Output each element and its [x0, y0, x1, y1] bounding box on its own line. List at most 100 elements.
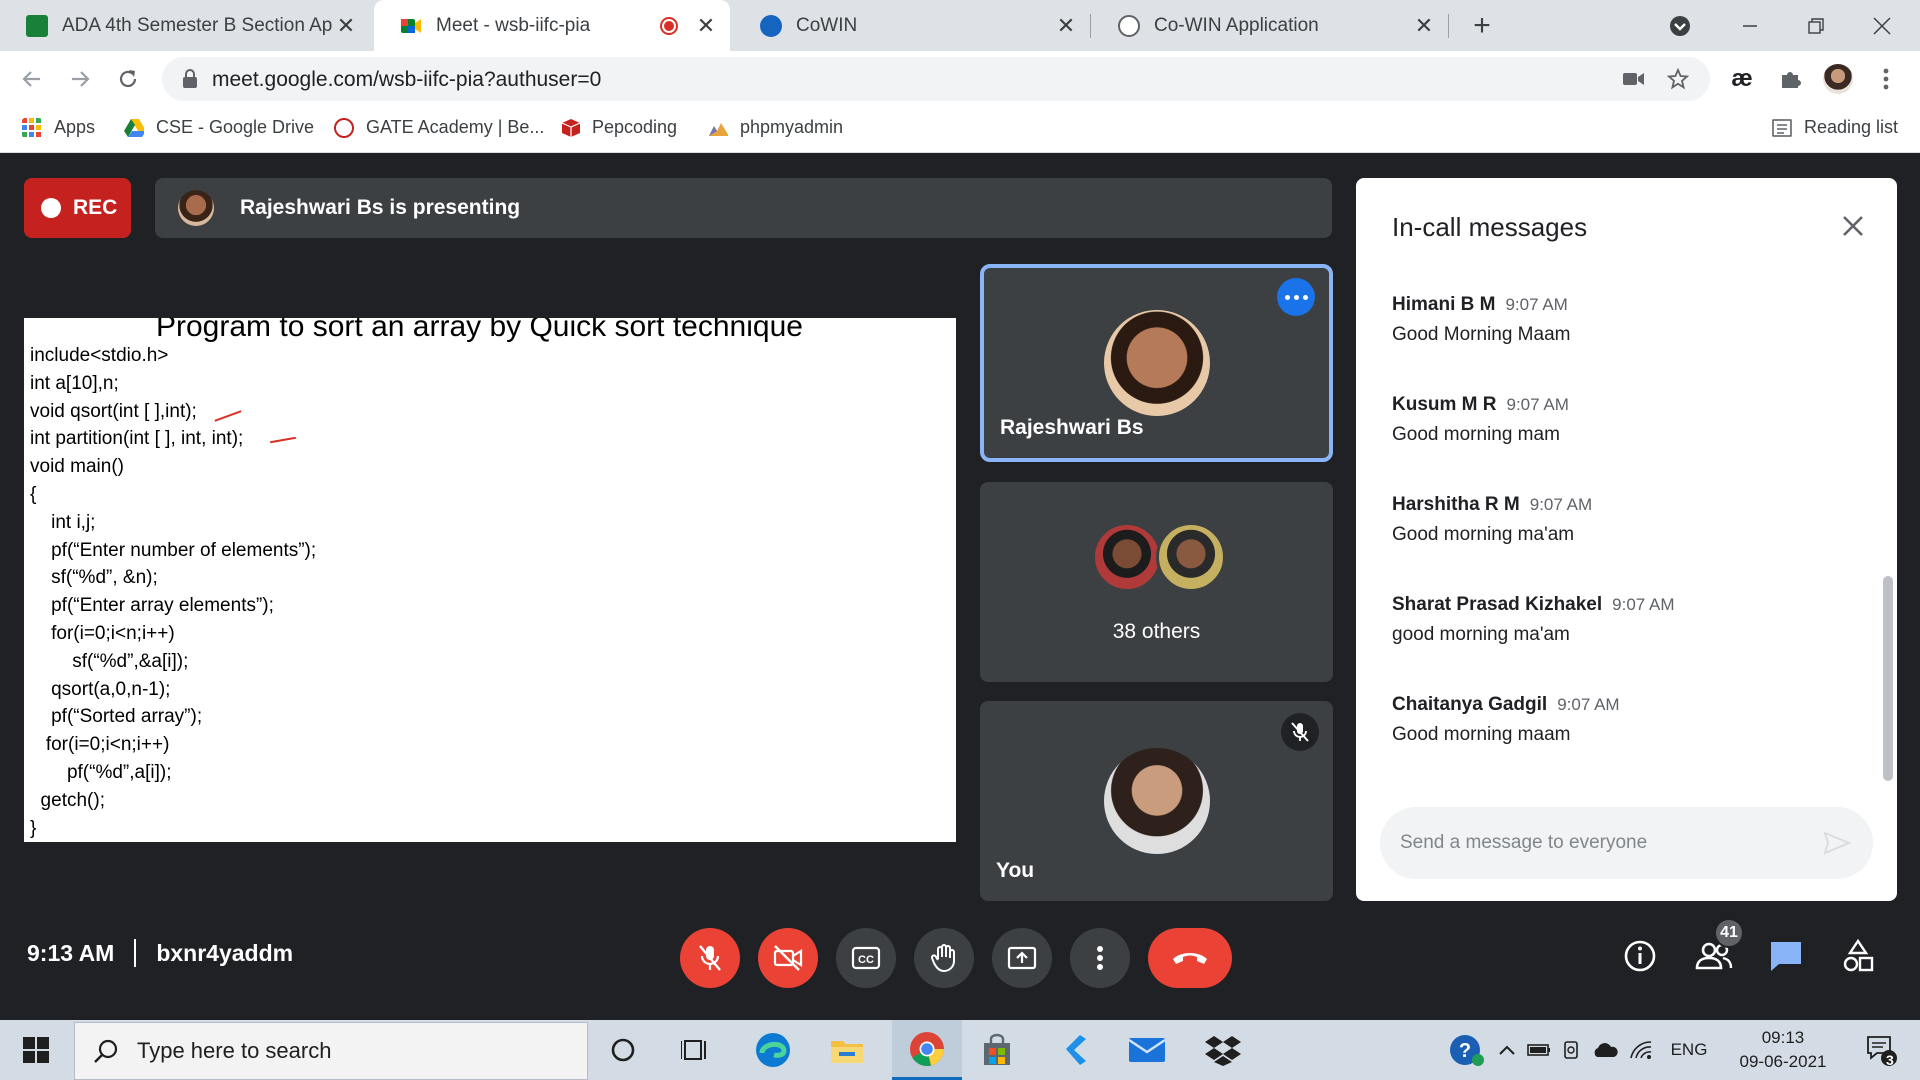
message-time: 9:07 AM — [1612, 595, 1675, 614]
battery-tray-icon[interactable] — [1524, 1020, 1554, 1080]
taskbar-chrome[interactable] — [892, 1020, 962, 1080]
bookmark-phpmyadmin[interactable]: phpmyadmin — [708, 117, 843, 138]
message-sender: Harshitha R M — [1392, 494, 1520, 515]
minimize-icon — [1743, 24, 1757, 27]
code-line: sf(“%d”, &n); — [30, 567, 158, 589]
device-tray-icon[interactable] — [1556, 1020, 1586, 1080]
taskbar-clock[interactable]: 09:13 09-06-2021 — [1728, 1026, 1838, 1074]
visual-studio-icon — [1066, 1035, 1086, 1065]
chat-scrollbar[interactable] — [1883, 576, 1893, 781]
more-options-button[interactable] — [1277, 278, 1315, 316]
onedrive-tray-icon[interactable] — [1588, 1020, 1622, 1080]
camera-off-icon — [773, 945, 803, 971]
tab-cowin[interactable]: CoWIN ✕ — [734, 0, 1090, 51]
meeting-details-button[interactable] — [1616, 932, 1664, 980]
activities-button[interactable] — [1834, 932, 1882, 980]
extension-ae-icon[interactable]: æ — [1726, 63, 1758, 95]
tab-title: Meet - wsb-iifc-pia — [436, 14, 591, 36]
send-icon[interactable] — [1823, 829, 1851, 857]
message-sender: Himani B M — [1392, 294, 1496, 315]
profile-avatar[interactable] — [1822, 63, 1854, 95]
bookmark-apps[interactable]: Apps — [22, 117, 95, 138]
close-tab-icon[interactable]: ✕ — [332, 13, 360, 39]
bookmark-gate-academy[interactable]: GATE Academy | Be... — [334, 117, 544, 138]
close-panel-button[interactable] — [1835, 208, 1871, 244]
leave-call-button[interactable] — [1148, 928, 1232, 988]
minimize-button[interactable] — [1720, 0, 1780, 51]
close-tab-icon[interactable]: ✕ — [692, 13, 720, 39]
camera-toggle-button[interactable] — [758, 928, 818, 988]
chrome-menu-icon[interactable] — [1870, 63, 1902, 95]
tab-cowin-application[interactable]: Co-WIN Application ✕ — [1092, 0, 1448, 51]
participant-tile-others[interactable]: 38 others — [980, 482, 1333, 682]
avatar — [1104, 748, 1210, 854]
participant-tile-you[interactable]: You — [980, 701, 1333, 901]
notifications-button[interactable]: 3 — [1852, 1020, 1912, 1080]
message-time: 9:07 AM — [1505, 295, 1568, 314]
dot-icon — [1284, 294, 1290, 300]
extensions-puzzle-icon[interactable] — [1774, 63, 1806, 95]
code-line: qsort(a,0,n-1); — [30, 678, 171, 700]
current-time: 9:13 AM — [27, 939, 115, 966]
back-button[interactable] — [12, 59, 52, 99]
taskbar-mail[interactable] — [1116, 1020, 1178, 1080]
close-tab-icon[interactable]: ✕ — [1052, 13, 1080, 39]
reading-list-button[interactable]: Reading list — [1772, 117, 1898, 138]
taskbar-file-explorer[interactable] — [816, 1020, 878, 1080]
close-window-button[interactable] — [1852, 0, 1912, 51]
task-view-button[interactable] — [664, 1020, 726, 1080]
tab-title: Co-WIN Application — [1154, 14, 1319, 36]
participant-name: You — [996, 859, 1035, 882]
store-icon — [984, 1033, 1010, 1065]
code-line: int a[10],n; — [30, 372, 119, 394]
cortana-button[interactable] — [592, 1020, 654, 1080]
taskbar-vscode[interactable] — [1042, 1020, 1104, 1080]
bookmark-cse-drive[interactable]: CSE - Google Drive — [124, 117, 314, 138]
message-header: Himani B M 9:07 AM — [1392, 294, 1570, 316]
tab-ada[interactable]: ADA 4th Semester B Section Apri ✕ — [0, 0, 370, 51]
new-tab-button[interactable]: + — [1452, 0, 1512, 51]
show-hidden-icons-button[interactable] — [1494, 1020, 1520, 1080]
reload-button[interactable] — [108, 59, 148, 99]
participant-tile-presenter[interactable]: Rajeshwari Bs — [980, 264, 1333, 462]
participant-count-badge: 41 — [1714, 918, 1744, 948]
bookmark-star-icon[interactable] — [1662, 63, 1694, 95]
tab-meet[interactable]: Meet - wsb-iifc-pia ✕ — [374, 0, 730, 51]
chat-button[interactable] — [1762, 932, 1810, 980]
folder-icon — [831, 1041, 863, 1063]
message-time: 9:07 AM — [1529, 495, 1593, 514]
code-line: int i,j; — [30, 511, 96, 533]
tab-separator — [1090, 14, 1091, 38]
chat-message-input[interactable] — [1400, 825, 1800, 861]
language-indicator[interactable]: ENG — [1662, 1020, 1716, 1080]
taskbar-store[interactable] — [966, 1020, 1028, 1080]
forward-button[interactable] — [60, 59, 100, 99]
address-bar[interactable]: meet.google.com/wsb-iifc-pia?authuser=0 — [162, 57, 1710, 101]
close-tab-icon[interactable]: ✕ — [1410, 13, 1438, 39]
message-text: Good morning mam — [1392, 424, 1560, 445]
captions-button[interactable]: CC — [836, 928, 896, 988]
mic-toggle-button[interactable] — [680, 928, 740, 988]
chrome-icon — [910, 1031, 944, 1066]
camera-in-use-icon[interactable] — [1618, 63, 1650, 95]
wifi-tray-icon[interactable] — [1624, 1020, 1658, 1080]
code-line: void main() — [30, 456, 124, 478]
chat-input-box[interactable] — [1380, 807, 1873, 879]
bookmark-pepcoding[interactable]: Pepcoding — [560, 117, 677, 138]
more-options-button[interactable] — [1070, 928, 1130, 988]
windows-logo-icon — [23, 1037, 49, 1063]
raise-hand-button[interactable] — [914, 928, 974, 988]
tab-search-button[interactable] — [1650, 0, 1710, 51]
taskbar-dropbox[interactable] — [1192, 1020, 1254, 1080]
present-now-button[interactable] — [992, 928, 1052, 988]
taskbar-search-box[interactable]: Type here to search — [74, 1022, 588, 1080]
taskbar-edge[interactable] — [742, 1020, 804, 1080]
restore-button[interactable] — [1786, 0, 1846, 51]
start-button[interactable] — [0, 1020, 72, 1080]
help-tray-button[interactable]: ? — [1444, 1020, 1490, 1080]
meeting-code[interactable]: bxnr4yaddm — [156, 940, 293, 967]
help-icon: ? — [1450, 1035, 1484, 1066]
recording-badge[interactable]: REC — [24, 178, 131, 238]
code-line: for(i=0;i<n;i++) — [30, 734, 170, 756]
tab-separator — [1448, 14, 1449, 38]
